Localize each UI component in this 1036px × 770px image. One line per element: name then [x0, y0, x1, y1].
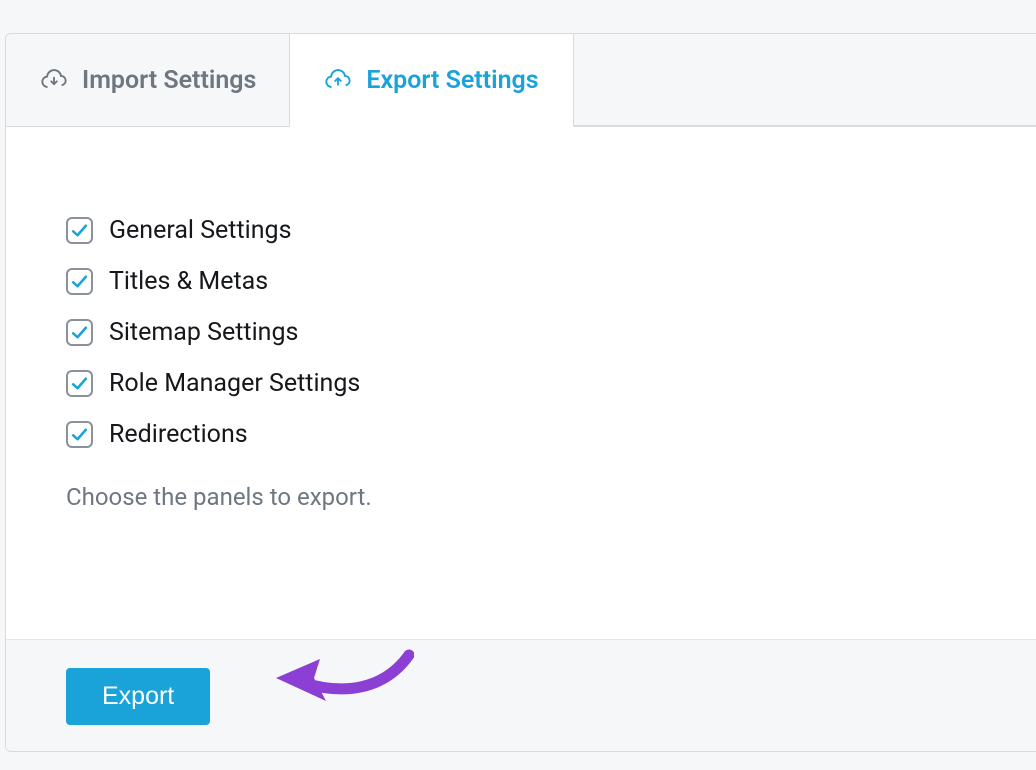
- option-label: Sitemap Settings: [109, 318, 298, 347]
- option-row[interactable]: Sitemap Settings: [66, 318, 976, 347]
- settings-panel: Import Settings Export Settings General …: [5, 33, 1036, 752]
- option-row[interactable]: General Settings: [66, 216, 976, 245]
- tab-import-label: Import Settings: [82, 66, 256, 95]
- option-label: General Settings: [109, 216, 292, 245]
- help-text: Choose the panels to export.: [66, 483, 976, 511]
- tab-export-label: Export Settings: [366, 66, 538, 95]
- option-row[interactable]: Titles & Metas: [66, 267, 976, 296]
- panel-footer: Export: [6, 639, 1036, 751]
- checkbox[interactable]: [66, 217, 93, 244]
- option-row[interactable]: Redirections: [66, 420, 976, 449]
- checkbox[interactable]: [66, 268, 93, 295]
- cloud-upload-icon: [324, 66, 352, 94]
- tab-export-settings[interactable]: Export Settings: [289, 34, 573, 127]
- export-button[interactable]: Export: [66, 668, 210, 725]
- export-options-content: General Settings Titles & Metas Sitemap Se…: [6, 127, 1036, 551]
- annotation-arrow-icon: [274, 645, 414, 715]
- option-row[interactable]: Role Manager Settings: [66, 369, 976, 398]
- option-label: Role Manager Settings: [109, 369, 360, 398]
- checkbox[interactable]: [66, 319, 93, 346]
- checkbox[interactable]: [66, 421, 93, 448]
- checkbox[interactable]: [66, 370, 93, 397]
- option-label: Redirections: [109, 420, 248, 449]
- option-label: Titles & Metas: [109, 267, 268, 296]
- tab-import-settings[interactable]: Import Settings: [6, 34, 290, 126]
- cloud-download-icon: [40, 66, 68, 94]
- tab-bar: Import Settings Export Settings: [6, 34, 1036, 127]
